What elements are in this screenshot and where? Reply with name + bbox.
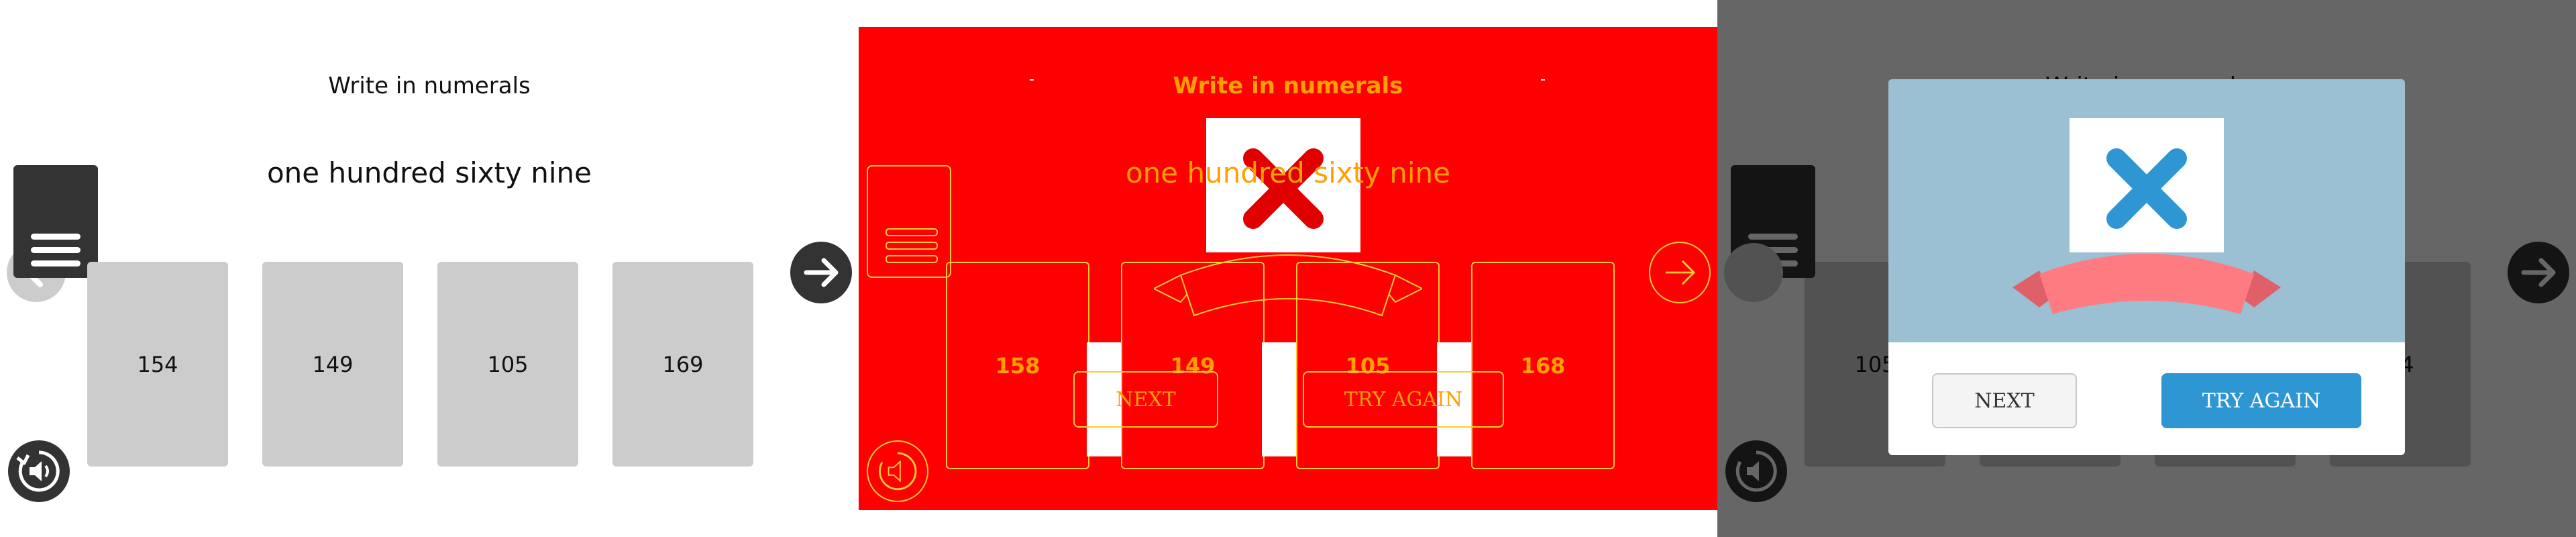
menu-button[interactable]: [13, 165, 98, 278]
try-again-button[interactable]: TRY AGAIN: [2161, 373, 2361, 428]
try-again-button-outline[interactable]: TRY AGAIN: [1303, 371, 1504, 428]
arrow-right-icon: [804, 258, 839, 287]
answer-card[interactable]: 158: [946, 262, 1089, 469]
ribbon-banner: [2012, 254, 2281, 314]
answer-card[interactable]: 154: [87, 262, 228, 467]
speaker-replay-icon: [16, 450, 60, 492]
answer-card[interactable]: 169: [612, 262, 753, 467]
instruction-text: Write in numerals: [328, 72, 531, 99]
next-button[interactable]: NEXT: [1932, 373, 2077, 428]
result-tile: [2070, 118, 2224, 252]
panel-question: Write in numerals one hundred sixty nine…: [0, 0, 859, 537]
panel-result-dialog: Write in numerals one hundred sixty nine…: [1717, 0, 2576, 537]
answer-card[interactable]: 105: [437, 262, 578, 467]
audio-button-outline[interactable]: [867, 440, 928, 502]
hamburger-icon: [31, 234, 80, 240]
speaker-replay-icon: [879, 452, 917, 491]
answer-card[interactable]: 149: [262, 262, 403, 467]
menu-button-outline[interactable]: [867, 165, 951, 278]
next-arrow-button[interactable]: [790, 242, 852, 303]
ribbon-banner: [1154, 254, 1422, 317]
panel-outline-view: Write in numerals one hundred sixty nine…: [859, 0, 1717, 537]
answer-card[interactable]: 168: [1471, 262, 1615, 469]
number-words: one hundred sixty nine: [1125, 156, 1451, 189]
instruction-text: Write in numerals: [1173, 72, 1403, 99]
x-mark-icon: [2106, 148, 2187, 229]
number-words: one hundred sixty nine: [266, 156, 592, 189]
arrow-right-icon: [1665, 260, 1696, 285]
next-button-outline[interactable]: NEXT: [1073, 371, 1218, 428]
audio-button[interactable]: [8, 440, 70, 502]
result-dialog: NEXT TRY AGAIN: [1888, 79, 2405, 455]
next-arrow-outline[interactable]: [1649, 242, 1711, 303]
